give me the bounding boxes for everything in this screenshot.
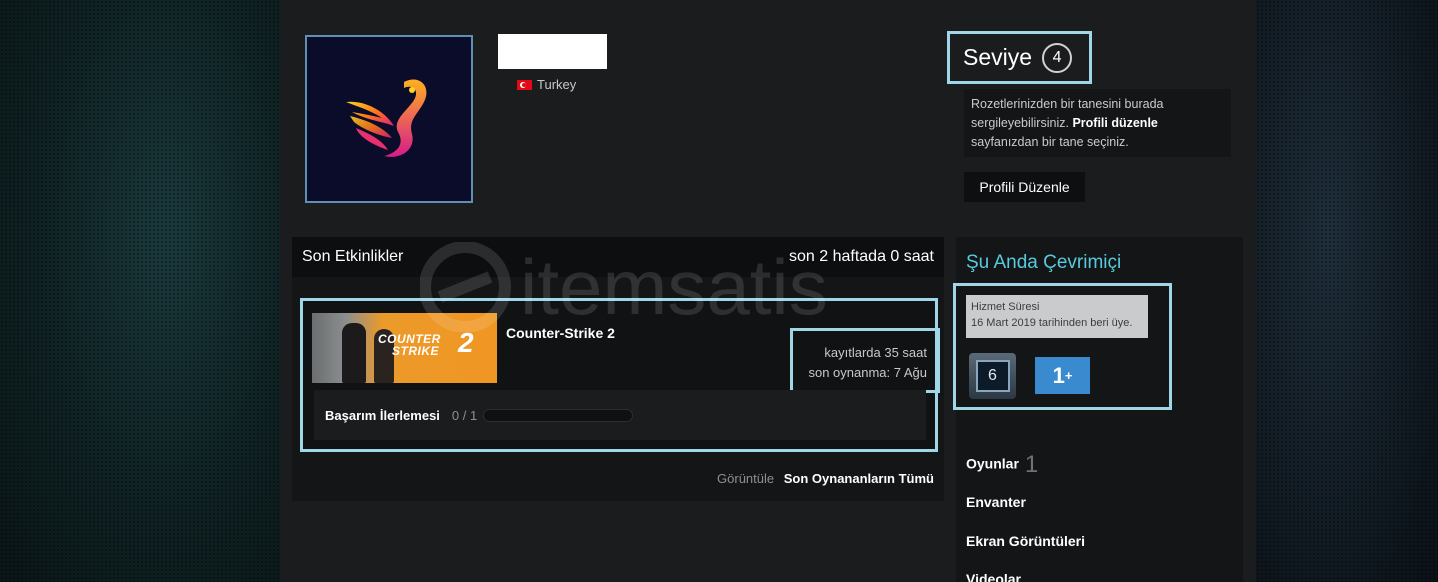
soldier-graphic [342, 323, 366, 383]
badge-note-link[interactable]: Profili düzenle [1072, 116, 1157, 130]
recent-activity-panel: Son Etkinlikler son 2 haftada 0 saat COU… [292, 237, 944, 501]
games-owned-number: 1 [1052, 362, 1065, 388]
service-title: Hizmet Süresi [971, 301, 1040, 313]
side-panel: Şu Anda Çevrimiçi Hizmet Süresi 16 Mart … [953, 237, 1243, 582]
recent-activity-footer: Görüntüle Son Oynananların Tümü [292, 471, 934, 486]
level-box: Seviye 4 [947, 31, 1092, 84]
all-recently-played-link[interactable]: Son Oynananların Tümü [784, 471, 934, 486]
online-status: Şu Anda Çevrimiçi [966, 252, 1122, 273]
game-name[interactable]: Counter-Strike 2 [506, 325, 615, 341]
playtime-box: kayıtlarda 35 saat son oynanma: 7 Ağu [790, 328, 940, 393]
achievement-count: 0 / 1 [451, 407, 478, 423]
swan-logo-icon [346, 79, 427, 157]
edit-profile-button[interactable]: Profili Düzenle [964, 172, 1085, 202]
years-of-service-badge[interactable]: 6 [969, 353, 1016, 399]
games-count: 1 [1024, 451, 1039, 478]
level-number[interactable]: 4 [1042, 42, 1073, 73]
badge-note: Rozetlerinizden bir tanesini burada serg… [964, 89, 1231, 157]
games-owned-badge[interactable]: 1 + [1035, 357, 1090, 394]
badge-note-suffix: sayfanızdan bir tane seçiniz. [971, 135, 1129, 149]
games-owned-plus: + [1064, 368, 1073, 383]
capsule-title: COUNTER STRIKE [378, 333, 441, 357]
profile-name-redacted [498, 34, 607, 69]
achievement-label: Başarım İlerlemesi [325, 407, 440, 423]
years-of-service-tooltip: Hizmet Süresi 16 Mart 2019 tarihinden be… [966, 295, 1148, 338]
turkey-flag-icon [517, 79, 532, 90]
inventory-link[interactable]: Envanter [966, 494, 1026, 510]
avatar[interactable] [305, 35, 473, 203]
last-played: son oynanma: 7 Ağu [808, 365, 927, 380]
screenshots-link[interactable]: Ekran Görüntüleri [966, 533, 1085, 549]
hours-on-record: kayıtlarda 35 saat [824, 345, 927, 360]
country-label: Turkey [537, 77, 577, 92]
games-link[interactable]: Oyunlar 1 [966, 451, 1038, 479]
background-left [0, 0, 280, 582]
years-of-service-number: 6 [975, 360, 1010, 392]
level-label: Seviye [963, 44, 1033, 70]
service-since: 16 Mart 2019 tarihinden beri üye. [971, 317, 1133, 329]
profile-country: Turkey [517, 77, 576, 92]
capsule-line-2: STRIKE [392, 344, 440, 358]
game-capsule[interactable]: COUNTER STRIKE 2 [312, 313, 497, 383]
recent-activity-summary: son 2 haftada 0 saat [789, 248, 934, 265]
capsule-number: 2 [458, 327, 474, 358]
recent-activity-header: Son Etkinlikler son 2 haftada 0 saat [292, 237, 944, 277]
badges-box: Hizmet Süresi 16 Mart 2019 tarihinden be… [953, 283, 1172, 410]
videos-link[interactable]: Videolar [966, 571, 1021, 582]
profile-page: Turkey Seviye 4 Rozetlerinizden bir tane… [280, 0, 1256, 582]
games-link-label: Oyunlar [966, 455, 1019, 472]
achievement-progress-bar [483, 408, 634, 422]
recent-activity-title: Son Etkinlikler [302, 248, 404, 265]
game-card: COUNTER STRIKE 2 Counter-Strike 2 kayıtl… [300, 298, 940, 452]
background-right [1256, 0, 1438, 582]
achievement-progress-row[interactable]: Başarım İlerlemesi 0 / 1 [314, 390, 926, 440]
footer-view-label: Görüntüle [717, 471, 775, 486]
